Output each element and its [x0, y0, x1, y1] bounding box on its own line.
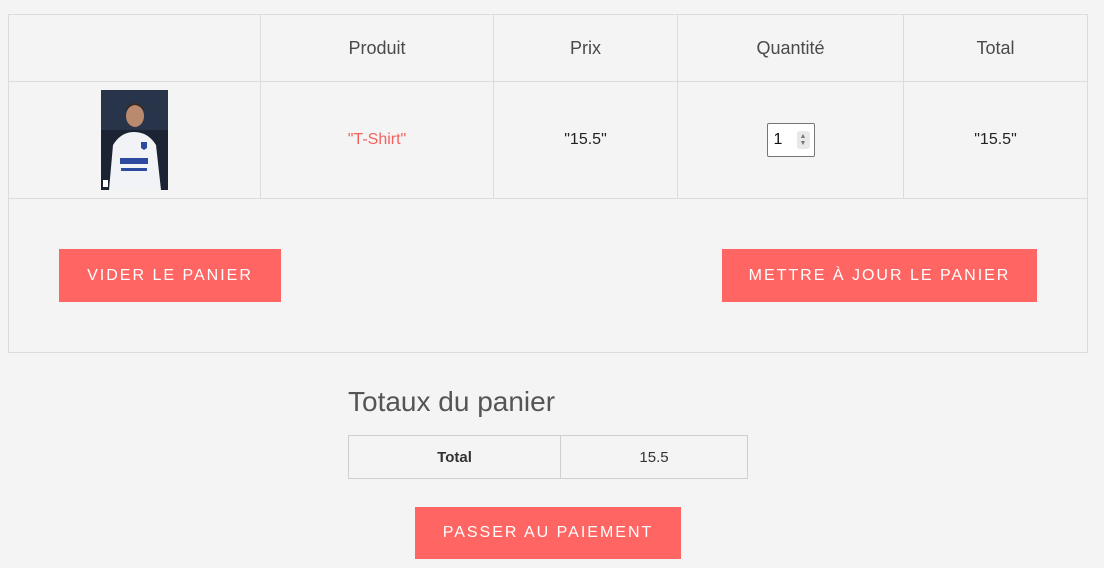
line-total-cell: "15.5": [903, 81, 1088, 199]
product-link[interactable]: "T-Shirt": [348, 131, 406, 148]
totals-total-value: 15.5: [560, 435, 748, 479]
quantity-stepper[interactable]: 1 ▲ ▼: [766, 123, 815, 157]
header-image: [8, 14, 261, 82]
price-cell: "15.5": [493, 81, 678, 199]
stepper-arrows-icon[interactable]: ▲ ▼: [796, 131, 810, 149]
quantity-value: 1: [773, 131, 783, 148]
header-quantity: Quantité: [677, 14, 904, 82]
cart-actions-row: VIDER LE PANIER METTRE À JOUR LE PANIER: [8, 198, 1088, 353]
totals-row: Total 15.5: [348, 435, 748, 479]
header-product: Produit: [260, 14, 494, 82]
cart-item-row: "T-Shirt" "15.5" 1 ▲ ▼ "15.5": [8, 81, 1088, 199]
product-image-cell: [8, 81, 261, 199]
quantity-cell: 1 ▲ ▼: [677, 81, 904, 199]
empty-cart-button[interactable]: VIDER LE PANIER: [59, 249, 281, 302]
product-thumbnail[interactable]: [101, 90, 168, 190]
totals-total-label: Total: [348, 435, 561, 479]
chevron-up-icon[interactable]: ▲: [800, 133, 807, 140]
cart-totals-table: Total 15.5: [348, 435, 748, 479]
cart-actions-cell: VIDER LE PANIER METTRE À JOUR LE PANIER: [8, 198, 1088, 353]
product-name-cell: "T-Shirt": [260, 81, 494, 199]
checkout-button[interactable]: PASSER AU PAIEMENT: [415, 507, 681, 559]
cart-table: Produit Prix Quantité Total "T-Shirt" "1…: [8, 14, 1088, 353]
header-total: Total: [903, 14, 1088, 82]
update-cart-button[interactable]: METTRE À JOUR LE PANIER: [722, 249, 1037, 302]
cart-totals-title: Totaux du panier: [348, 386, 556, 417]
chevron-down-icon[interactable]: ▼: [800, 140, 807, 147]
cart-header-row: Produit Prix Quantité Total: [8, 14, 1088, 82]
header-price: Prix: [493, 14, 678, 82]
